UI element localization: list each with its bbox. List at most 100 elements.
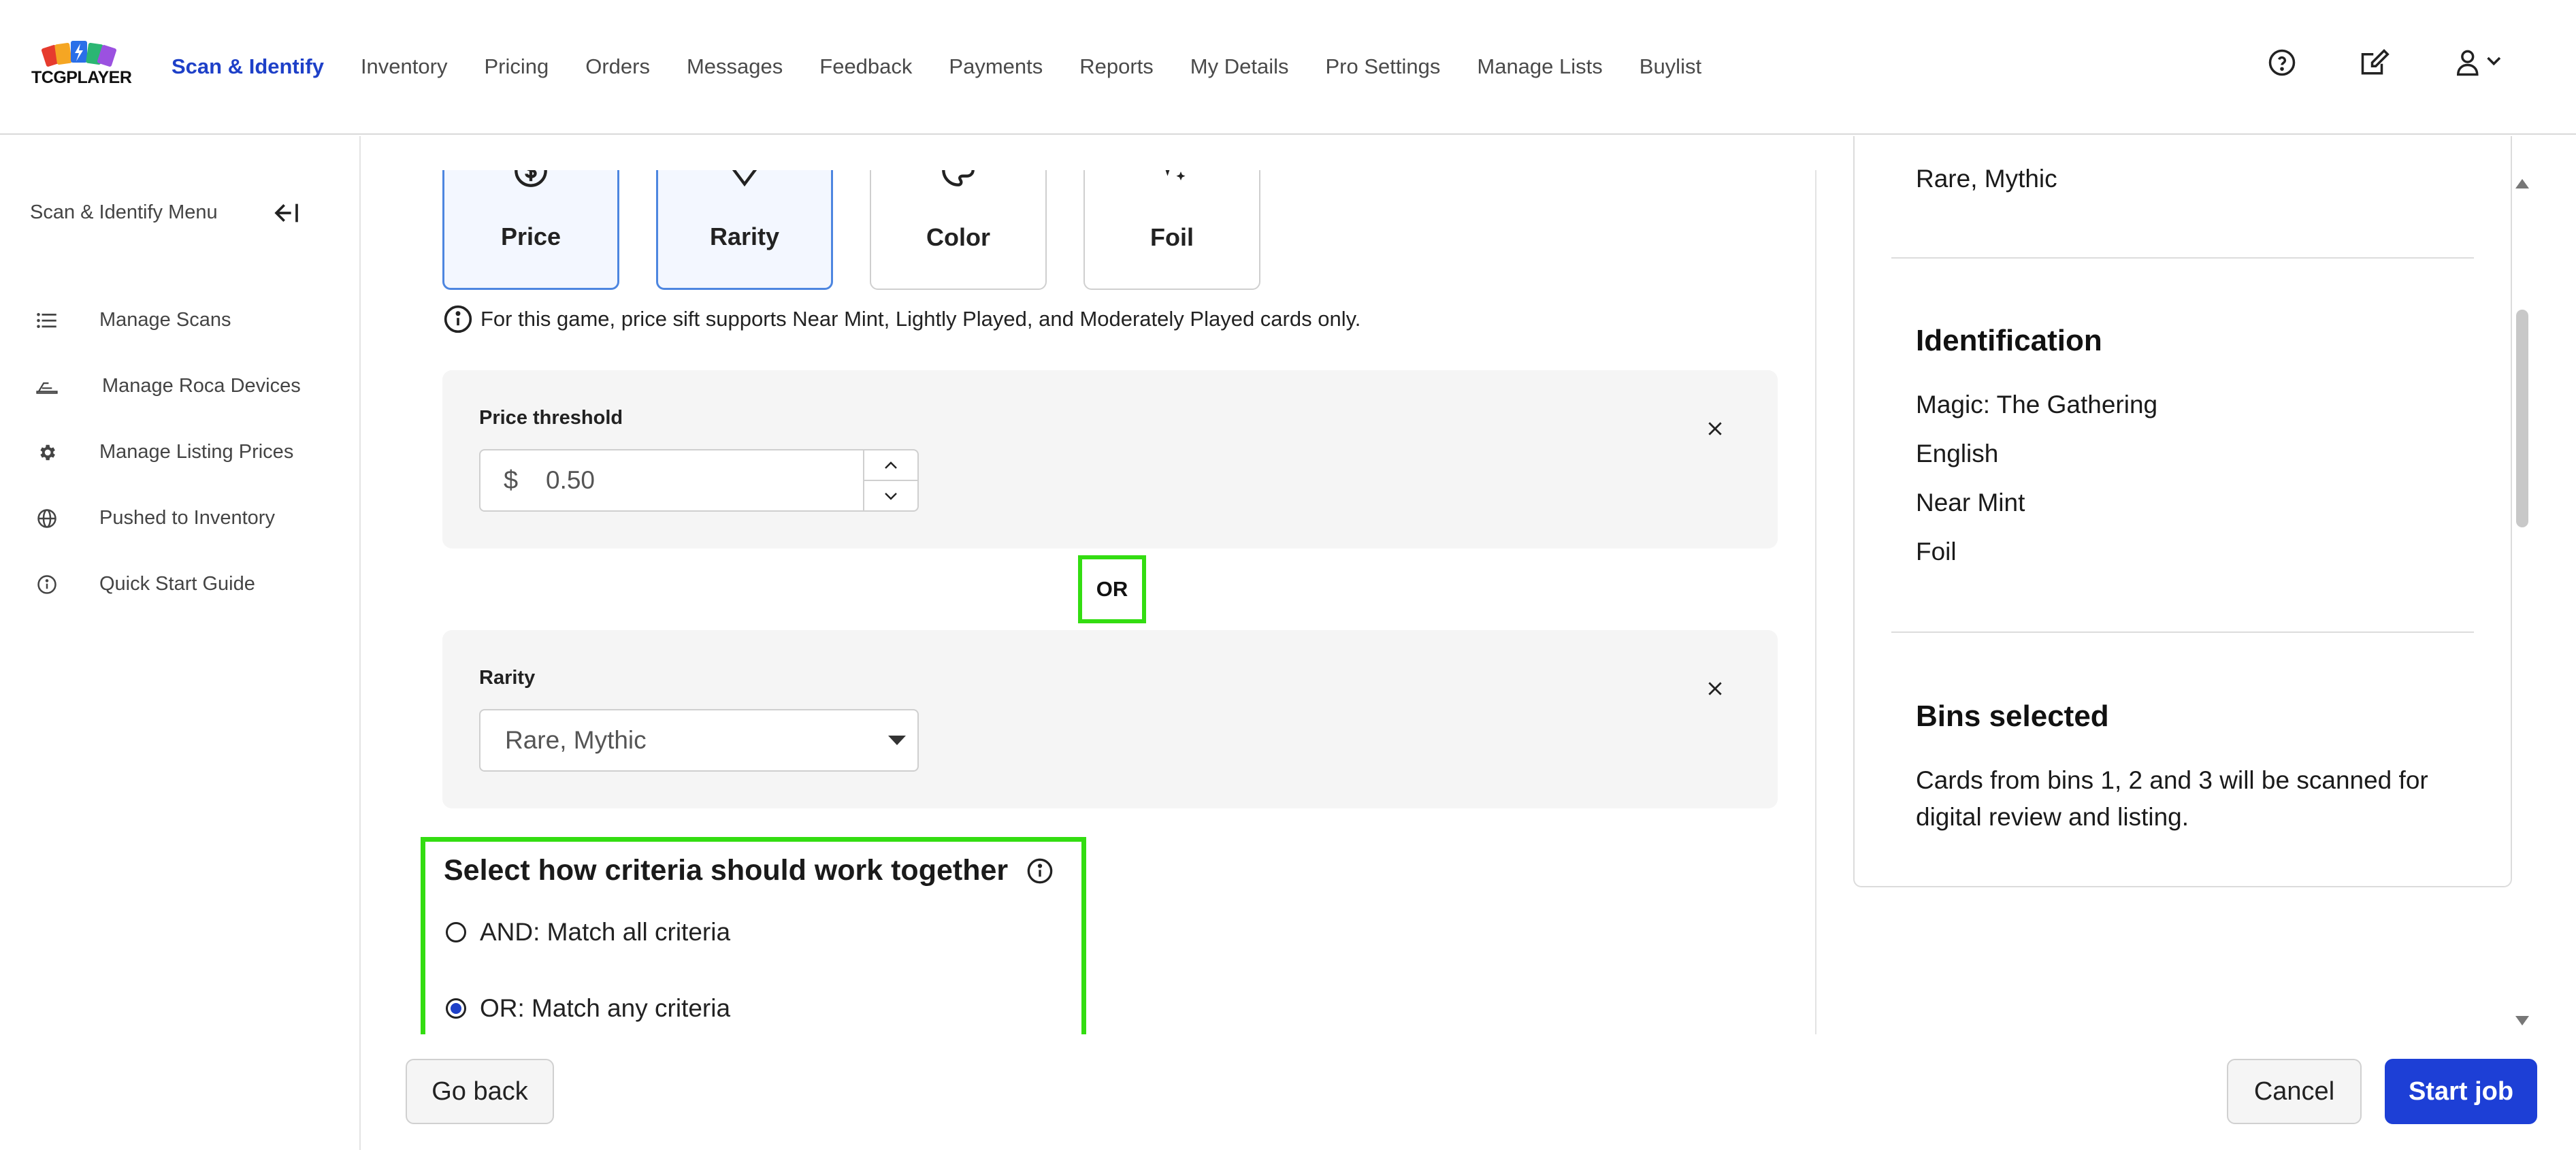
radio-button[interactable] (446, 922, 466, 942)
help-circle-icon[interactable] (2262, 42, 2302, 83)
price-criterion-card: Price threshold $ 0.50 (442, 370, 1778, 548)
header-actions (2262, 42, 2515, 83)
nav-orders[interactable]: Orders (585, 54, 650, 79)
sidebar-item-manage-listing-prices[interactable]: Manage Listing Prices (34, 419, 301, 485)
criteria-tile-rarity[interactable]: Rarity (656, 170, 833, 290)
tile-label: Color (926, 223, 990, 251)
tile-label: Rarity (709, 223, 780, 250)
sidebar: Scan & Identify Menu Manage Scans Manage… (0, 136, 361, 1150)
column-divider (1815, 170, 1816, 1034)
identification-game: Magic: The Gathering (1916, 391, 2158, 418)
sidebar-item-label: Quick Start Guide (99, 573, 255, 595)
criteria-logic-group: Select how criteria should work together… (421, 837, 1086, 1034)
sidebar-title: Scan & Identify Menu (30, 201, 218, 223)
nav-manage-lists[interactable]: Manage Lists (1477, 54, 1602, 79)
nav-messages[interactable]: Messages (687, 54, 783, 79)
radio-label: OR: Match any criteria (480, 994, 731, 1022)
remove-price-criterion-close-icon[interactable] (1700, 414, 1730, 444)
identification-finish: Foil (1916, 538, 1957, 565)
job-summary-panel: Rare, Mythic Identification Magic: The G… (1853, 136, 2512, 887)
summary-rarity-value: Rare, Mythic (1916, 165, 2057, 193)
summary-scrollbar[interactable] (2511, 170, 2533, 1034)
radio-or-match-any[interactable]: OR: Match any criteria (446, 994, 730, 1023)
sidebar-item-label: Manage Listing Prices (99, 441, 294, 463)
price-sift-info: For this game, price sift supports Near … (442, 303, 1360, 335)
bins-selected-text: Cards from bins 1, 2 and 3 will be scann… (1916, 766, 2428, 831)
identification-language: English (1916, 440, 1999, 467)
rarity-label: Rarity (479, 667, 536, 689)
rarity-criterion-card: Rarity Rare, Mythic (442, 630, 1778, 808)
sparkle-icon (1154, 170, 1190, 191)
price-stepper (863, 450, 917, 510)
sidebar-item-pushed-to-inventory[interactable]: Pushed to Inventory (34, 485, 301, 551)
criteria-tile-row: Price Rarity Color Foil (442, 170, 1260, 290)
globe-icon (34, 506, 60, 531)
currency-symbol: $ (504, 465, 519, 495)
tcgplayer-logo[interactable]: TCGPLAYER (31, 39, 132, 87)
radio-button-selected[interactable] (446, 998, 466, 1019)
logo-cards-icon (41, 41, 117, 67)
nav-payments[interactable]: Payments (949, 54, 1043, 79)
main-nav: Scan & Identify Inventory Pricing Orders… (172, 0, 1738, 133)
rarity-select[interactable]: Rare, Mythic (479, 709, 919, 772)
sidebar-item-label: Pushed to Inventory (99, 507, 275, 529)
caret-down-icon (877, 736, 917, 745)
price-threshold-input[interactable]: $ 0.50 (479, 449, 919, 512)
info-text: For this game, price sift supports Near … (480, 307, 1361, 331)
scroll-down-arrow-icon[interactable] (2515, 1014, 2529, 1028)
summary-divider (1891, 257, 2474, 259)
nav-feedback[interactable]: Feedback (819, 54, 912, 79)
price-threshold-value[interactable]: 0.50 (546, 466, 863, 495)
scroll-up-arrow-icon[interactable] (2515, 177, 2529, 191)
tile-label: Price (500, 223, 561, 250)
edit-note-icon[interactable] (2354, 42, 2395, 83)
radio-label: AND: Match all criteria (480, 918, 731, 946)
brand-wordmark: TCGPLAYER (31, 68, 132, 87)
sidebar-item-manage-roca-devices[interactable]: Manage Roca Devices (34, 353, 301, 419)
info-circle-icon (442, 303, 474, 335)
nav-buylist[interactable]: Buylist (1640, 54, 1701, 79)
go-back-button[interactable]: Go back (406, 1059, 554, 1124)
nav-pricing[interactable]: Pricing (484, 54, 549, 79)
gear-icon (34, 440, 60, 465)
cancel-button[interactable]: Cancel (2227, 1059, 2362, 1124)
info-circle-icon[interactable] (1024, 855, 1056, 887)
tile-label: Foil (1150, 223, 1194, 251)
info-icon (34, 572, 60, 597)
palette-icon (941, 170, 976, 191)
nav-inventory[interactable]: Inventory (361, 54, 448, 79)
logic-title-text: Select how criteria should work together (444, 854, 1009, 887)
criteria-logic-title: Select how criteria should work together (444, 854, 1056, 887)
identification-heading: Identification (1916, 324, 2102, 357)
nav-reports[interactable]: Reports (1079, 54, 1154, 79)
summary-divider (1891, 631, 2474, 633)
collapse-sidebar-icon[interactable] (270, 196, 304, 230)
scanner-device-icon (34, 374, 60, 399)
bins-selected-heading: Bins selected (1916, 700, 2109, 733)
criteria-tile-foil[interactable]: Foil (1083, 170, 1260, 290)
criteria-connector-or: OR (1078, 555, 1146, 623)
sidebar-header: Scan & Identify Menu (30, 192, 316, 233)
scrollbar-thumb[interactable] (2516, 310, 2528, 527)
sidebar-item-manage-scans[interactable]: Manage Scans (34, 287, 301, 353)
sidebar-item-quick-start-guide[interactable]: Quick Start Guide (34, 551, 301, 617)
criteria-tile-price[interactable]: Price (442, 170, 619, 290)
user-account-icon[interactable] (2447, 42, 2515, 83)
sidebar-item-label: Manage Roca Devices (102, 375, 301, 397)
diamond-icon (727, 170, 762, 192)
criteria-tile-color[interactable]: Color (870, 170, 1047, 290)
radio-and-match-all[interactable]: AND: Match all criteria (446, 918, 730, 947)
list-icon (34, 308, 60, 333)
nav-pro-settings[interactable]: Pro Settings (1326, 54, 1441, 79)
nav-scan-identify[interactable]: Scan & Identify (172, 54, 324, 79)
increment-chevron-up-icon[interactable] (864, 450, 917, 481)
rarity-select-value: Rare, Mythic (505, 726, 647, 754)
criteria-main-panel: Price Rarity Color Foil For this game, p… (407, 170, 1816, 1034)
identification-condition: Near Mint (1916, 489, 2025, 516)
top-navigation-bar: TCGPLAYER Scan & Identify Inventory Pric… (0, 0, 2576, 135)
remove-rarity-criterion-close-icon[interactable] (1700, 674, 1730, 704)
decrement-chevron-down-icon[interactable] (864, 481, 917, 510)
start-job-button[interactable]: Start job (2385, 1059, 2537, 1124)
nav-my-details[interactable]: My Details (1190, 54, 1289, 79)
sidebar-item-label: Manage Scans (99, 309, 231, 331)
